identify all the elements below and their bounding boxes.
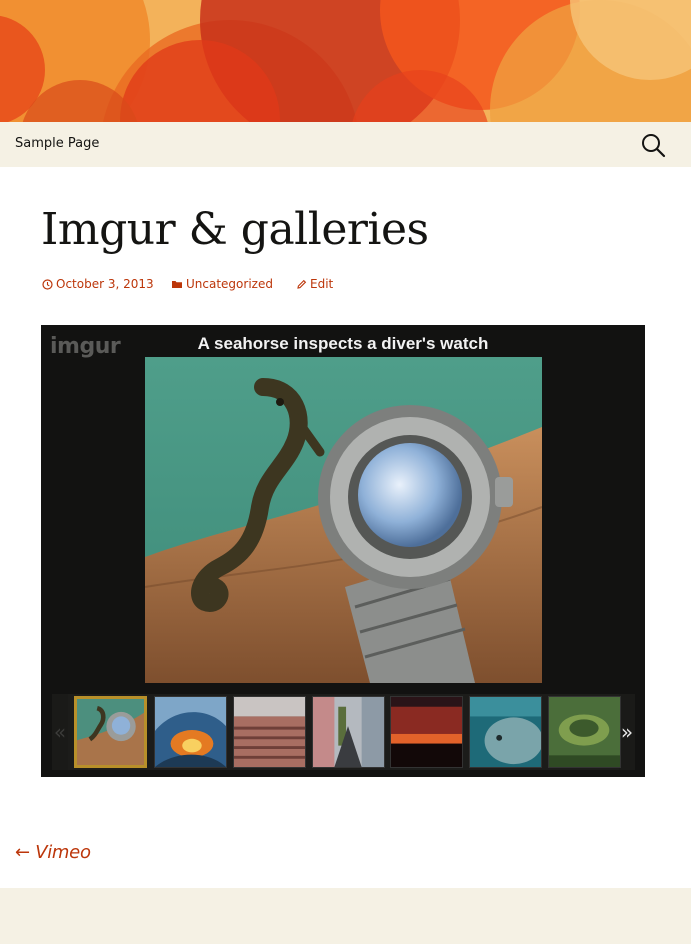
thumbnail-wave-tunnel-image — [155, 697, 226, 767]
thumbnail-street-buildings[interactable] — [312, 696, 385, 768]
edit-label: Edit — [310, 277, 334, 291]
nav-item-sample-page[interactable]: Sample Page — [15, 136, 99, 151]
site-footer — [0, 888, 691, 944]
thumbnail-wave-tunnel[interactable] — [154, 696, 227, 768]
search-button[interactable] — [638, 130, 668, 160]
image-caption: A seahorse inspects a diver's watch — [197, 334, 489, 353]
thumbnail-prev-button[interactable]: « — [52, 694, 68, 770]
clock-icon — [42, 278, 53, 290]
gallery-main-image[interactable] — [145, 357, 542, 683]
thumbnail-field-rows[interactable] — [233, 696, 306, 768]
header-banner-art — [0, 0, 691, 122]
thumbnail-field-rows-image — [234, 697, 305, 767]
thumbnail-green-crater[interactable] — [548, 696, 621, 768]
pencil-icon — [297, 279, 307, 289]
header-banner — [0, 0, 691, 122]
folder-icon — [172, 281, 182, 288]
thumbnail-seahorse-watch-image — [77, 699, 144, 765]
previous-arrow: ← — [15, 842, 30, 863]
thumbnail-next-button[interactable]: » — [619, 694, 635, 770]
post-date: October 3, 2013 — [56, 277, 154, 291]
post-category: Uncategorized — [186, 277, 273, 291]
previous-post-link[interactable]: ← Vimeo — [15, 842, 91, 863]
entry-title: Imgur & galleries — [41, 204, 429, 255]
thumbnail-sunset-sky[interactable] — [390, 696, 463, 768]
thumbnail-green-crater-image — [549, 697, 620, 767]
edit-post-link[interactable]: Edit — [296, 277, 333, 291]
navbar — [0, 122, 691, 167]
imgur-logo[interactable]: imgur — [50, 334, 121, 359]
thumbnail-whale-underwater[interactable] — [469, 696, 542, 768]
thumbnail-sunset-sky-image — [391, 697, 462, 767]
seahorse-watch-photo — [145, 357, 542, 683]
thumbnail-whale-underwater-image — [470, 697, 541, 767]
post-category-link[interactable]: Uncategorized — [171, 277, 273, 291]
search-icon — [642, 134, 666, 158]
thumbnail-street-buildings-image — [313, 697, 384, 767]
previous-post-title: Vimeo — [35, 842, 91, 863]
post-date-link[interactable]: October 3, 2013 — [42, 277, 154, 291]
thumbnail-seahorse-watch[interactable] — [74, 696, 147, 768]
